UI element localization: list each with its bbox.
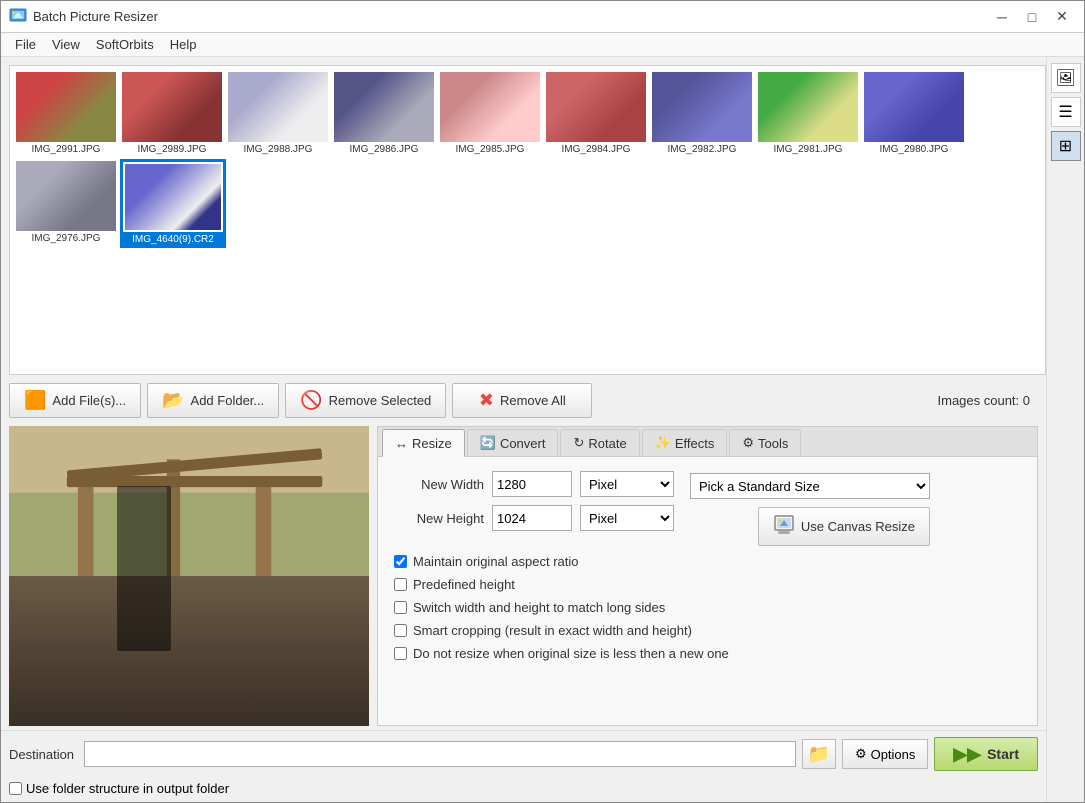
menu-view[interactable]: View <box>44 35 88 54</box>
maintain-aspect-checkbox[interactable] <box>394 555 407 568</box>
predefined-height-label[interactable]: Predefined height <box>413 577 515 592</box>
title-bar: Batch Picture Resizer ─ □ ✕ <box>1 1 1084 33</box>
add-folder-button[interactable]: 📂 Add Folder... <box>147 383 279 418</box>
effects-icon: ✨ <box>655 435 671 451</box>
smart-crop-label[interactable]: Smart cropping (result in exact width an… <box>413 623 692 638</box>
switch-wh-row: Switch width and height to match long si… <box>394 600 1021 615</box>
grid-view-btn[interactable]: ⊞ <box>1051 131 1081 161</box>
options-button[interactable]: ⚙ Options <box>842 739 928 769</box>
image-view-icon: 🖼 <box>1055 68 1075 88</box>
grid-icon: ⊞ <box>1059 136 1072 156</box>
list-item[interactable]: IMG_2976.JPG <box>14 159 118 248</box>
list-item[interactable]: IMG_2984.JPG <box>544 70 648 157</box>
predefined-height-row: Predefined height <box>394 577 1021 592</box>
gear-icon: ⚙ <box>855 746 867 762</box>
tools-icon: ⚙ <box>742 435 754 451</box>
bottom-row2: Use folder structure in output folder <box>1 777 1046 802</box>
no-resize-row: Do not resize when original size is less… <box>394 646 1021 661</box>
window-controls: ─ □ ✕ <box>988 3 1076 31</box>
list-item[interactable]: IMG_2981.JPG <box>756 70 860 157</box>
add-files-icon: 🟧 <box>24 390 46 411</box>
no-resize-label[interactable]: Do not resize when original size is less… <box>413 646 729 661</box>
maximize-btn[interactable]: □ <box>1018 3 1046 31</box>
use-folder-structure-checkbox[interactable] <box>9 782 22 795</box>
list-item[interactable]: IMG_2991.JPG <box>14 70 118 157</box>
close-btn[interactable]: ✕ <box>1048 3 1076 31</box>
tab-content-resize: New Width Pixel Percent Centimeter Inch <box>378 457 1037 725</box>
new-width-label: New Width <box>394 477 484 492</box>
lower-section: ↔ Resize 🔄 Convert ↻ Rotate ✨ <box>1 422 1046 730</box>
add-files-button[interactable]: 🟧 Add File(s)... <box>9 383 141 418</box>
browse-folder-icon: 📁 <box>808 744 830 765</box>
no-resize-checkbox[interactable] <box>394 647 407 660</box>
right-sidebar: 🖼 ☰ ⊞ <box>1046 57 1084 802</box>
tab-effects[interactable]: ✨ Effects <box>642 429 728 456</box>
new-height-label: New Height <box>394 511 484 526</box>
new-height-row: New Height Pixel Percent Centimeter Inch <box>394 505 674 531</box>
list-view-btn[interactable]: ☰ <box>1051 97 1081 127</box>
width-unit-select[interactable]: Pixel Percent Centimeter Inch <box>580 471 674 497</box>
new-height-input[interactable] <box>492 505 572 531</box>
menu-file[interactable]: File <box>7 35 44 54</box>
destination-input[interactable] <box>84 741 796 767</box>
standard-size-select[interactable]: Pick a Standard Size 640 x 480 800 x 600… <box>690 473 930 499</box>
destination-label: Destination <box>9 747 74 762</box>
smart-crop-row: Smart cropping (result in exact width an… <box>394 623 1021 638</box>
image-view-btn[interactable]: 🖼 <box>1051 63 1081 93</box>
use-folder-structure-label[interactable]: Use folder structure in output folder <box>26 781 229 796</box>
toolbar: 🟧 Add File(s)... 📂 Add Folder... 🚫 Remov… <box>1 379 1046 422</box>
list-item[interactable]: IMG_2986.JPG <box>332 70 436 157</box>
menu-help[interactable]: Help <box>162 35 205 54</box>
settings-panel: ↔ Resize 🔄 Convert ↻ Rotate ✨ <box>377 426 1038 726</box>
smart-crop-checkbox[interactable] <box>394 624 407 637</box>
switch-wh-label[interactable]: Switch width and height to match long si… <box>413 600 665 615</box>
list-item[interactable]: IMG_2982.JPG <box>650 70 754 157</box>
predefined-height-checkbox[interactable] <box>394 578 407 591</box>
canvas-resize-icon <box>773 514 795 539</box>
resize-icon: ↔ <box>395 436 408 451</box>
maintain-aspect-row: Maintain original aspect ratio <box>394 554 1021 569</box>
new-width-row: New Width Pixel Percent Centimeter Inch <box>394 471 674 497</box>
remove-selected-icon: 🚫 <box>300 390 322 411</box>
tab-convert[interactable]: 🔄 Convert <box>467 429 559 456</box>
minimize-btn[interactable]: ─ <box>988 3 1016 31</box>
start-icon: ▶▶ <box>953 744 981 765</box>
tab-rotate[interactable]: ↻ Rotate <box>560 429 639 456</box>
images-count: Images count: 0 <box>938 393 1031 408</box>
folder-icon: 📂 <box>162 390 184 411</box>
convert-icon: 🔄 <box>480 435 496 451</box>
new-width-input[interactable] <box>492 471 572 497</box>
start-button[interactable]: ▶▶ Start <box>934 737 1038 771</box>
canvas-resize-button[interactable]: Use Canvas Resize <box>758 507 930 546</box>
preview-image <box>9 426 369 726</box>
maintain-aspect-label[interactable]: Maintain original aspect ratio <box>413 554 578 569</box>
browse-destination-button[interactable]: 📁 <box>802 739 836 769</box>
list-item[interactable]: IMG_2988.JPG <box>226 70 330 157</box>
left-column: IMG_2991.JPG IMG_2989.JPG IMG_2988.JPG I… <box>1 57 1046 802</box>
remove-all-icon: ✖ <box>479 390 494 411</box>
remove-all-button[interactable]: ✖ Remove All <box>452 383 592 418</box>
list-item[interactable]: IMG_2980.JPG <box>862 70 966 157</box>
menu-softorbits[interactable]: SoftOrbits <box>88 35 162 54</box>
preview-panel <box>9 426 369 726</box>
image-strip: IMG_2991.JPG IMG_2989.JPG IMG_2988.JPG I… <box>9 65 1046 375</box>
list-item[interactable]: IMG_2985.JPG <box>438 70 542 157</box>
menu-bar: File View SoftOrbits Help <box>1 33 1084 57</box>
list-item[interactable]: IMG_2989.JPG <box>120 70 224 157</box>
main-area: IMG_2991.JPG IMG_2989.JPG IMG_2988.JPG I… <box>1 57 1084 802</box>
tab-resize[interactable]: ↔ Resize <box>382 429 465 457</box>
app-title: Batch Picture Resizer <box>33 9 988 24</box>
list-icon: ☰ <box>1058 102 1072 122</box>
app-icon <box>9 8 27 26</box>
rotate-icon: ↻ <box>573 435 584 451</box>
remove-selected-button[interactable]: 🚫 Remove Selected <box>285 383 446 418</box>
list-item[interactable]: IMG_4640(9).CR2 <box>120 159 226 248</box>
tabs: ↔ Resize 🔄 Convert ↻ Rotate ✨ <box>378 427 1037 457</box>
bottom-bar: Destination 📁 ⚙ Options ▶▶ Start <box>1 730 1046 777</box>
height-unit-select[interactable]: Pixel Percent Centimeter Inch <box>580 505 674 531</box>
tab-tools[interactable]: ⚙ Tools <box>729 429 801 456</box>
switch-wh-checkbox[interactable] <box>394 601 407 614</box>
